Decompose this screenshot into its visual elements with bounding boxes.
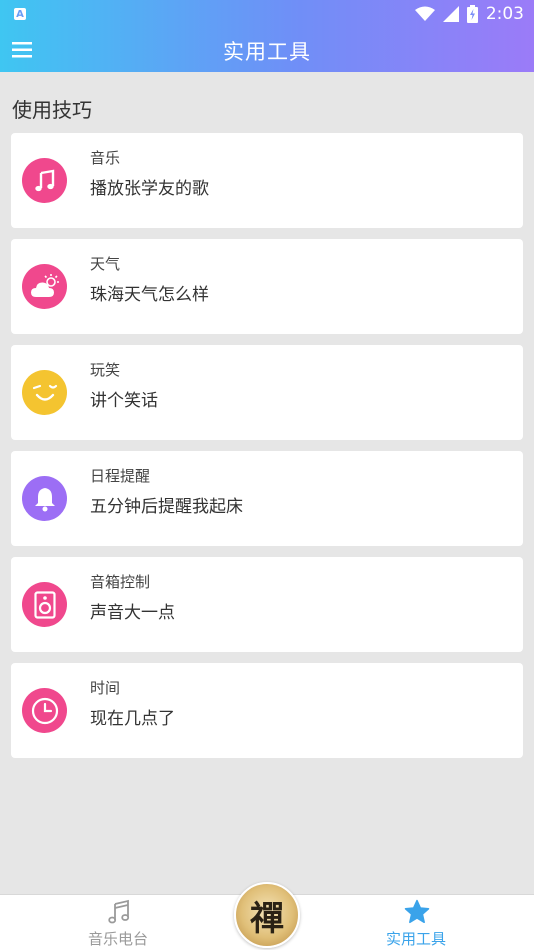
tip-example: 讲个笑话 bbox=[90, 391, 158, 411]
page-title: 实用工具 bbox=[223, 40, 311, 64]
tip-card-speaker[interactable]: 音箱控制 声音大一点 bbox=[11, 557, 523, 652]
status-bar: A 2:03 bbox=[0, 0, 534, 28]
wifi-icon bbox=[414, 6, 435, 21]
tip-category: 玩笑 bbox=[90, 361, 121, 379]
tip-category: 时间 bbox=[90, 679, 121, 697]
tips-list: 音乐 播放张学友的歌 天气 珠海天气怎么样 玩笑 讲个笑话 日程提醒 五分钟后提… bbox=[11, 133, 523, 769]
nav-tab-tools[interactable]: 实用工具 bbox=[346, 895, 486, 950]
tip-example: 珠海天气怎么样 bbox=[90, 285, 209, 305]
nav-tab-label: 音乐电台 bbox=[87, 930, 148, 948]
tip-card-joke[interactable]: 玩笑 讲个笑话 bbox=[11, 345, 523, 440]
tip-category: 日程提醒 bbox=[90, 467, 151, 485]
tip-card-weather[interactable]: 天气 珠海天气怎么样 bbox=[11, 239, 523, 334]
tip-example: 现在几点了 bbox=[90, 709, 175, 729]
tip-category: 音箱控制 bbox=[90, 573, 151, 591]
tip-example: 五分钟后提醒我起床 bbox=[90, 497, 243, 517]
app-notification-icon: A bbox=[14, 8, 26, 20]
toolbar: 实用工具 bbox=[0, 28, 534, 72]
tip-card-music[interactable]: 音乐 播放张学友的歌 bbox=[11, 133, 523, 228]
section-title: 使用技巧 bbox=[12, 98, 92, 122]
status-time: 2:03 bbox=[485, 4, 524, 24]
tip-category: 天气 bbox=[90, 255, 121, 273]
battery-charging-icon bbox=[466, 5, 478, 23]
tip-card-time[interactable]: 时间 现在几点了 bbox=[11, 663, 523, 758]
clock-icon bbox=[22, 688, 67, 733]
nav-tab-label: 实用工具 bbox=[385, 930, 446, 948]
smiley-wink-icon bbox=[22, 370, 67, 415]
speaker-icon bbox=[22, 582, 67, 627]
center-zen-logo-button[interactable]: 禪 bbox=[234, 882, 300, 948]
app-header: A 2:03 实用工具 bbox=[0, 0, 534, 72]
music-note-icon bbox=[108, 899, 130, 924]
weather-cloud-icon bbox=[22, 264, 67, 309]
bell-icon bbox=[22, 476, 67, 521]
tip-example: 声音大一点 bbox=[90, 603, 175, 623]
star-icon bbox=[404, 899, 430, 924]
tip-card-reminder[interactable]: 日程提醒 五分钟后提醒我起床 bbox=[11, 451, 523, 546]
zen-logo-glyph: 禪 bbox=[250, 898, 284, 939]
nav-tab-music-radio[interactable]: 音乐电台 bbox=[48, 895, 188, 950]
tip-category: 音乐 bbox=[90, 149, 121, 167]
tip-example: 播放张学友的歌 bbox=[90, 179, 209, 199]
cell-signal-icon bbox=[442, 6, 459, 22]
music-note-icon bbox=[22, 158, 67, 203]
